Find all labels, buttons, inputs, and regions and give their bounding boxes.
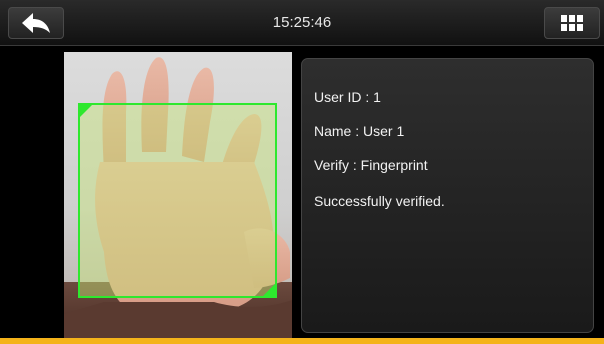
menu-button[interactable] <box>544 7 600 39</box>
clock-time: 15:25:46 <box>272 14 332 31</box>
user-id-text: User ID : 1 <box>314 89 381 105</box>
detection-corner-bottom-right <box>263 284 275 296</box>
detection-corner-top-left <box>80 105 92 117</box>
verification-screen: 15:25:46 User ID: 1 Name: User 1 Verif… <box>0 0 604 344</box>
top-bar: 15:25:46 <box>0 0 604 46</box>
user-name-text: Name : User 1 <box>314 123 405 139</box>
back-button[interactable] <box>8 7 64 39</box>
verification-status-text: Successfully verified. <box>314 193 445 209</box>
verification-info-panel: User ID : 1 Name : User 1 Verify : Finge… <box>301 58 594 333</box>
grid-menu-icon <box>561 15 583 31</box>
accent-bar <box>0 338 604 344</box>
verify-method-text: Verify : Fingerprint <box>314 157 428 173</box>
back-arrow-icon <box>22 13 50 33</box>
palm-detection-box <box>78 103 277 298</box>
